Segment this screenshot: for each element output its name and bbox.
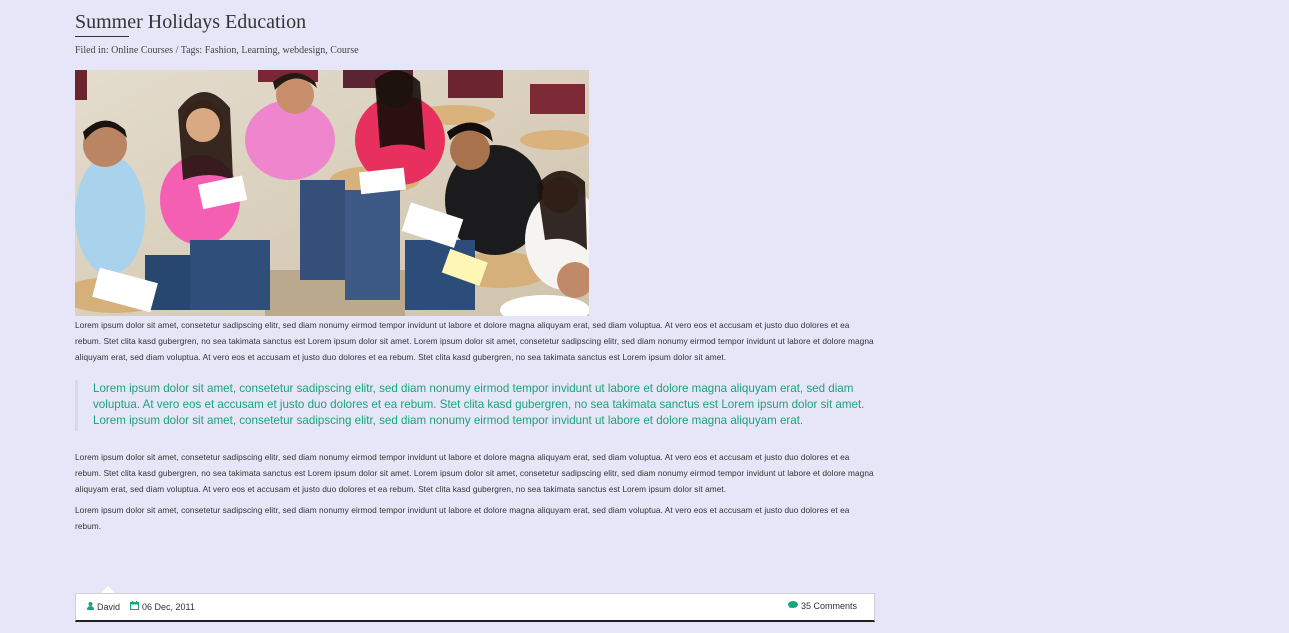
category-link[interactable]: Online Courses (111, 45, 173, 56)
post-title[interactable]: Summer Holidays Education (75, 11, 875, 33)
post-footer: David 06 Dec, 2011 35 Comments (75, 593, 875, 622)
post-paragraph-2: Lorem ipsum dolor sit amet, consetetur s… (75, 452, 874, 494)
tags-label: Tags: (180, 45, 203, 56)
footer-notch (101, 586, 115, 593)
post-date: 06 Dec, 2011 (142, 601, 195, 612)
date-item: 06 Dec, 2011 (130, 601, 195, 612)
comments-item[interactable]: 35 Comments (787, 601, 857, 611)
calendar-icon (130, 601, 140, 612)
post-featured-image[interactable] (75, 70, 589, 316)
author-name[interactable]: David (97, 602, 120, 612)
post-meta: Filed in: Online Courses / Tags: Fashion… (75, 45, 875, 57)
comments-count[interactable]: 35 Comments (801, 601, 857, 611)
author-item[interactable]: David (87, 601, 120, 612)
post-paragraph-3: Lorem ipsum dolor sit amet, consetetur s… (75, 505, 850, 531)
title-underline (75, 36, 129, 37)
comment-icon (787, 601, 798, 611)
user-icon (87, 601, 94, 612)
post-paragraph-1: Lorem ipsum dolor sit amet, consetetur s… (75, 320, 874, 362)
blog-post: Summer Holidays Education Filed in: Onli… (75, 0, 875, 534)
post-blockquote: Lorem ipsum dolor sit amet, consetetur s… (75, 380, 875, 431)
post-footer-left: David 06 Dec, 2011 (87, 601, 205, 612)
tags-links[interactable]: Fashion, Learning, webdesign, Course (205, 45, 359, 56)
filed-in-label: Filed in: (75, 45, 109, 56)
meta-separator: / (175, 45, 179, 56)
classroom-photo (75, 70, 589, 316)
